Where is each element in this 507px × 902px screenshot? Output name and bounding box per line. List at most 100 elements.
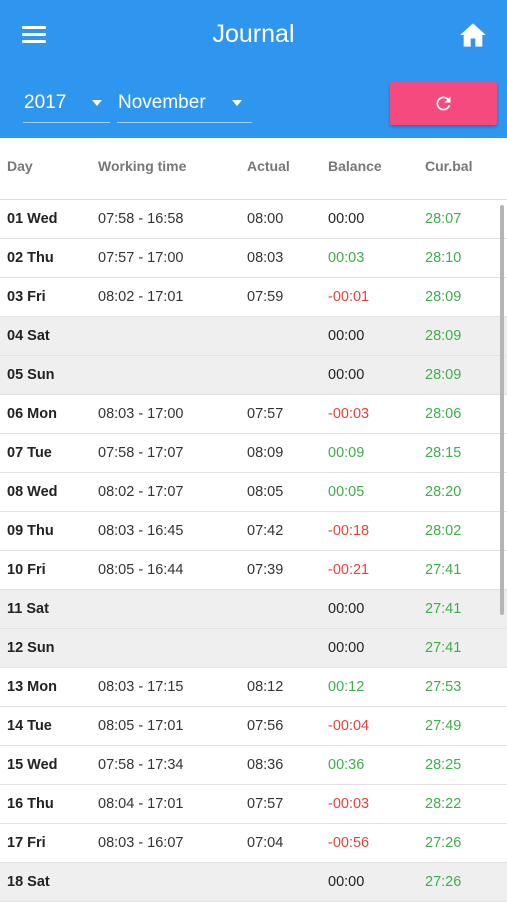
working-time-cell: 08:03 - 17:00 (98, 406, 184, 422)
current-balance-cell: 27:26 (425, 835, 462, 851)
working-time-cell: 08:05 - 16:44 (98, 562, 184, 578)
working-time-cell: 07:58 - 17:34 (98, 757, 184, 773)
current-balance-cell: 28:09 (425, 367, 462, 383)
working-time-cell: 08:03 - 17:15 (98, 679, 184, 695)
day-cell: 01 Wed (7, 211, 58, 227)
actual-cell: 08:00 (247, 211, 284, 227)
current-balance-cell: 27:41 (425, 601, 462, 617)
day-cell: 16 Thu (7, 796, 54, 812)
day-cell: 04 Sat (7, 328, 50, 344)
working-time-cell: 07:58 - 17:07 (98, 445, 184, 461)
balance-cell: 00:00 (328, 211, 365, 227)
header-day: Day (7, 158, 33, 174)
balance-cell: 00:00 (328, 601, 365, 617)
actual-cell: 08:09 (247, 445, 284, 461)
balance-cell: 00:09 (328, 445, 365, 461)
balance-cell: 00:00 (328, 874, 365, 890)
day-cell: 05 Sun (7, 367, 55, 383)
table-row[interactable]: 08 Wed 08:02 - 17:07 08:05 00:05 28:20 (0, 473, 507, 512)
table-row[interactable]: 02 Thu 07:57 - 17:00 08:03 00:03 28:10 (0, 239, 507, 278)
table-row[interactable]: 09 Thu 08:03 - 16:45 07:42 -00:18 28:02 (0, 512, 507, 551)
table-row[interactable]: 05 Sun 00:00 28:09 (0, 356, 507, 395)
actual-cell: 08:36 (247, 757, 284, 773)
current-balance-cell: 28:20 (425, 484, 462, 500)
current-balance-cell: 28:02 (425, 523, 462, 539)
chevron-down-icon (232, 100, 242, 106)
day-cell: 07 Tue (7, 445, 52, 461)
working-time-cell: 07:57 - 17:00 (98, 250, 184, 266)
day-cell: 17 Fri (7, 835, 46, 851)
app-bar: Journal 2017 November (0, 0, 507, 138)
table-row[interactable]: 13 Mon 08:03 - 17:15 08:12 00:12 27:53 (0, 668, 507, 707)
table-row[interactable]: 16 Thu 08:04 - 17:01 07:57 -00:03 28:22 (0, 785, 507, 824)
day-cell: 15 Wed (7, 757, 58, 773)
balance-cell: -00:18 (328, 523, 370, 539)
chevron-down-icon (92, 100, 102, 106)
current-balance-cell: 27:26 (425, 874, 462, 890)
table-row[interactable]: 10 Fri 08:05 - 16:44 07:39 -00:21 27:41 (0, 551, 507, 590)
day-cell: 14 Tue (7, 718, 52, 734)
actual-cell: 08:12 (247, 679, 284, 695)
month-select[interactable]: November (117, 86, 252, 123)
actual-cell: 07:42 (247, 523, 284, 539)
balance-cell: -00:03 (328, 406, 370, 422)
actual-cell: 07:57 (247, 406, 284, 422)
current-balance-cell: 27:41 (425, 562, 462, 578)
table-row[interactable]: 07 Tue 07:58 - 17:07 08:09 00:09 28:15 (0, 434, 507, 473)
balance-cell: -00:56 (328, 835, 370, 851)
balance-cell: -00:04 (328, 718, 370, 734)
current-balance-cell: 27:41 (425, 640, 462, 656)
day-cell: 09 Thu (7, 523, 54, 539)
balance-cell: 00:00 (328, 640, 365, 656)
current-balance-cell: 28:22 (425, 796, 462, 812)
current-balance-cell: 27:49 (425, 718, 462, 734)
balance-cell: 00:00 (328, 328, 365, 344)
actual-cell: 07:57 (247, 796, 284, 812)
current-balance-cell: 28:15 (425, 445, 462, 461)
scrollbar[interactable] (500, 205, 504, 615)
table-row[interactable]: 14 Tue 08:05 - 17:01 07:56 -00:04 27:49 (0, 707, 507, 746)
month-select-value: November (118, 92, 206, 113)
actual-cell: 07:56 (247, 718, 284, 734)
table-row[interactable]: 18 Sat 00:00 27:26 (0, 863, 507, 902)
current-balance-cell: 28:06 (425, 406, 462, 422)
header-working-time: Working time (98, 158, 187, 174)
day-cell: 12 Sun (7, 640, 55, 656)
table-row[interactable]: 03 Fri 08:02 - 17:01 07:59 -00:01 28:09 (0, 278, 507, 317)
refresh-button[interactable] (390, 82, 497, 125)
current-balance-cell: 28:25 (425, 757, 462, 773)
working-time-cell: 08:04 - 17:01 (98, 796, 184, 812)
table-row[interactable]: 04 Sat 00:00 28:09 (0, 317, 507, 356)
table-row[interactable]: 17 Fri 08:03 - 16:07 07:04 -00:56 27:26 (0, 824, 507, 863)
working-time-cell: 08:02 - 17:01 (98, 289, 184, 305)
working-time-cell: 08:03 - 16:45 (98, 523, 184, 539)
table-row[interactable]: 01 Wed 07:58 - 16:58 08:00 00:00 28:07 (0, 200, 507, 239)
day-cell: 02 Thu (7, 250, 54, 266)
working-time-cell: 07:58 - 16:58 (98, 211, 184, 227)
table-row[interactable]: 06 Mon 08:03 - 17:00 07:57 -00:03 28:06 (0, 395, 507, 434)
home-icon[interactable] (459, 22, 487, 48)
page-title: Journal (212, 20, 295, 48)
table-row[interactable]: 11 Sat 00:00 27:41 (0, 590, 507, 629)
refresh-icon (436, 96, 451, 111)
actual-cell: 08:05 (247, 484, 284, 500)
balance-cell: -00:01 (328, 289, 370, 305)
day-cell: 11 Sat (7, 601, 49, 617)
current-balance-cell: 28:09 (425, 328, 462, 344)
day-cell: 03 Fri (7, 289, 46, 305)
working-time-cell: 08:03 - 16:07 (98, 835, 184, 851)
day-cell: 08 Wed (7, 484, 58, 500)
current-balance-cell: 28:09 (425, 289, 462, 305)
table-row[interactable]: 12 Sun 00:00 27:41 (0, 629, 507, 668)
day-cell: 13 Mon (7, 679, 57, 695)
current-balance-cell: 27:53 (425, 679, 462, 695)
balance-cell: 00:00 (328, 367, 365, 383)
balance-cell: 00:03 (328, 250, 365, 266)
table-row[interactable]: 15 Wed 07:58 - 17:34 08:36 00:36 28:25 (0, 746, 507, 785)
current-balance-cell: 28:10 (425, 250, 462, 266)
working-time-cell: 08:05 - 17:01 (98, 718, 184, 734)
year-select[interactable]: 2017 (23, 86, 110, 123)
table-header: Day Working time Actual Balance Cur.bal (0, 138, 507, 200)
balance-cell: 00:36 (328, 757, 365, 773)
balance-cell: -00:21 (328, 562, 370, 578)
